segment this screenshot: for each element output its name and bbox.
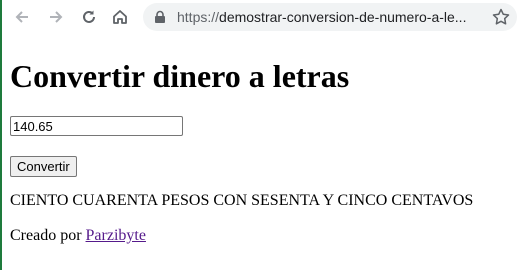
star-icon[interactable]: [491, 7, 511, 27]
credit-prefix: Creado por: [10, 227, 86, 244]
address-bar[interactable]: https://demostrar-conversion-de-numero-a…: [143, 3, 517, 31]
credit-line: Creado por Parzibyte: [10, 227, 146, 245]
reload-icon: [83, 10, 95, 23]
forward-arrow-icon: [50, 11, 63, 23]
browser-toolbar: https://demostrar-conversion-de-numero-a…: [2, 0, 517, 34]
address-url: https://demostrar-conversion-de-numero-a…: [177, 9, 477, 25]
reload-button[interactable]: [77, 5, 101, 29]
home-icon: [113, 10, 127, 24]
back-button[interactable]: [10, 5, 34, 29]
author-link[interactable]: Parzibyte: [86, 227, 146, 244]
lock-icon: [155, 10, 165, 23]
url-scheme: https://: [177, 9, 220, 25]
forward-button[interactable]: [44, 5, 68, 29]
convert-button[interactable]: Convertir: [10, 156, 77, 177]
back-arrow-icon: [15, 11, 28, 23]
url-host: demostrar-conversion-de-numero-a-le...: [219, 9, 467, 25]
window-edge: [0, 0, 2, 270]
amount-input[interactable]: [10, 116, 183, 136]
page-title: Convertir dinero a letras: [10, 58, 350, 94]
home-button[interactable]: [108, 5, 132, 29]
result-text: CIENTO CUARENTA PESOS CON SESENTA Y CINC…: [10, 192, 474, 209]
